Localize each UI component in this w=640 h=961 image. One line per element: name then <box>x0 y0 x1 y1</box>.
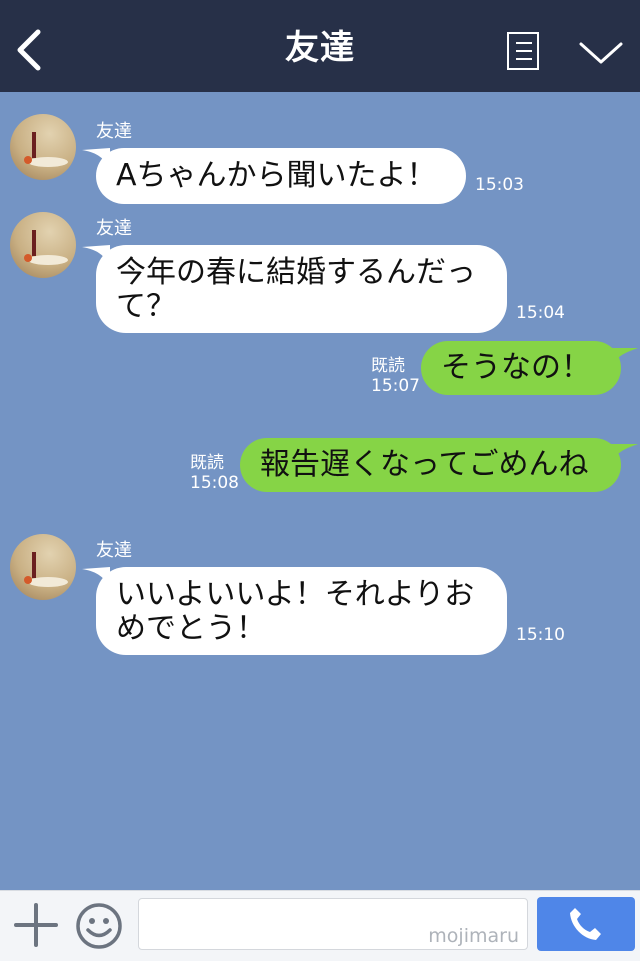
read-label: 既読 <box>190 453 224 473</box>
message-time: 15:04 <box>516 303 565 323</box>
smile-icon[interactable] <box>74 901 124 951</box>
message-input[interactable]: mojimaru <box>138 898 528 950</box>
message-time: 15:08 <box>190 473 239 493</box>
message-text: 報告遅くなってごめんね <box>260 447 589 482</box>
message-list[interactable]: 友達 Aちゃんから聞いたよ！ 15:03 友達 今年の春に結婚するんだって？ 1… <box>0 92 640 890</box>
message-time: 15:03 <box>475 175 524 195</box>
message-time: 15:07 <box>371 376 420 396</box>
watermark-text: mojimaru <box>428 925 519 947</box>
message-text: そうなの！ <box>441 350 591 385</box>
chevron-left-icon[interactable] <box>10 28 50 72</box>
input-bar: mojimaru <box>0 890 640 961</box>
phone-icon <box>570 908 601 940</box>
message-text: Aちゃんから聞いたよ！ <box>116 158 437 193</box>
avatar[interactable] <box>10 114 76 180</box>
avatar[interactable] <box>10 212 76 278</box>
message-bubble[interactable]: 報告遅くなってごめんね <box>240 438 621 492</box>
sender-name: 友達 <box>96 540 132 561</box>
message-text: 今年の春に結婚するんだって？ <box>116 255 476 324</box>
sender-name: 友達 <box>96 218 132 239</box>
message-text: いいよいいよ！それよりおめでとう！ <box>116 577 475 646</box>
chevron-down-icon[interactable] <box>578 38 624 68</box>
call-button[interactable] <box>537 897 635 951</box>
read-receipt: 既読 15:07 <box>371 356 420 396</box>
avatar[interactable] <box>10 534 76 600</box>
list-icon[interactable] <box>507 32 539 70</box>
plus-icon[interactable] <box>14 903 58 947</box>
message-bubble[interactable]: いいよいいよ！それよりおめでとう！ <box>96 567 507 655</box>
message-bubble[interactable]: Aちゃんから聞いたよ！ <box>96 148 466 204</box>
chat-header: 友達 <box>0 0 640 92</box>
message-time: 15:10 <box>516 625 565 645</box>
message-bubble[interactable]: そうなの！ <box>421 341 621 395</box>
read-label: 既読 <box>371 356 405 376</box>
bubble-tail <box>610 348 638 368</box>
sender-name: 友達 <box>96 121 132 142</box>
bubble-tail <box>610 444 638 464</box>
chat-title: 友達 <box>285 28 355 68</box>
read-receipt: 既読 15:08 <box>190 453 239 493</box>
message-bubble[interactable]: 今年の春に結婚するんだって？ <box>96 245 507 333</box>
